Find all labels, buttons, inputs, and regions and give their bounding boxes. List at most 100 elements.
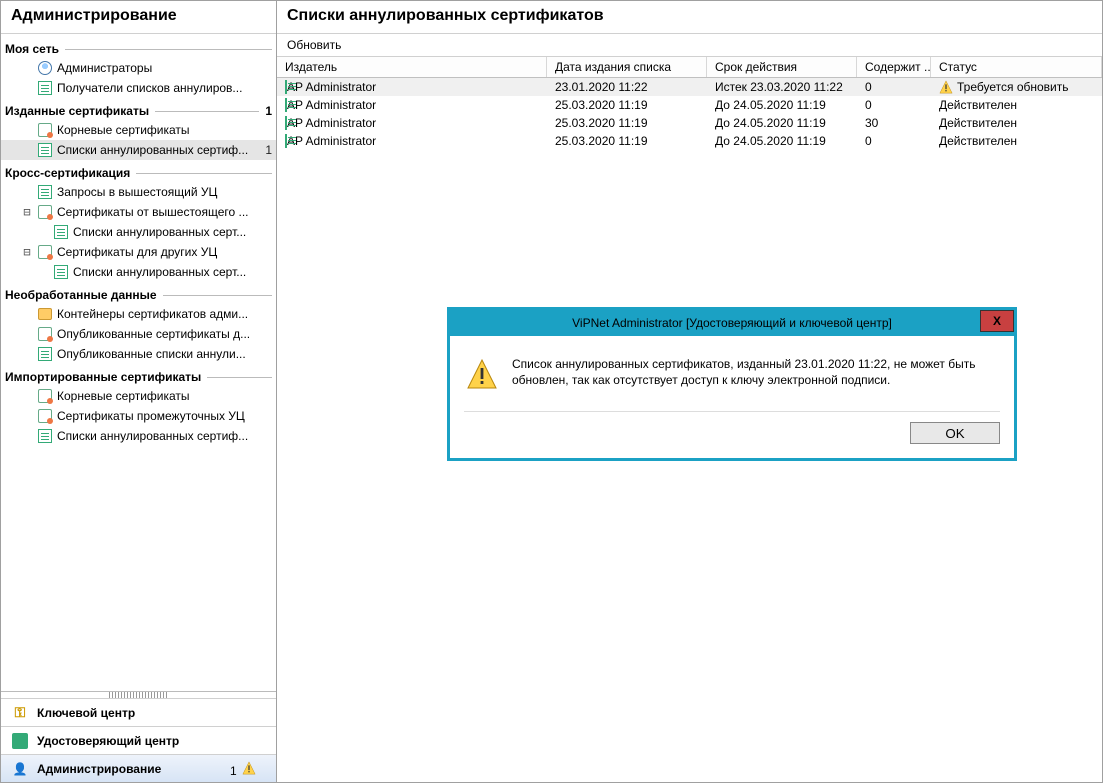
warn-icon [939,80,953,94]
col-count[interactable]: Содержит ... [857,57,931,77]
section-header: Изданные сертификаты 1 [5,104,272,118]
tree-item-label: Сертификаты для других УЦ [57,245,272,259]
table-row[interactable]: AP Administrator23.01.2020 11:22Истек 23… [277,78,1102,96]
section-header: Моя сеть [5,42,272,56]
tree-item[interactable]: Списки аннулированных серт... [1,222,276,242]
nav-button[interactable]: Удостоверяющий центр [1,726,276,754]
tree-item-label: Сертификаты промежуточных УЦ [57,409,272,423]
tree-item-label: Списки аннулированных сертиф... [57,429,272,443]
sidebar: Администрирование Моя сеть Администраторы… [1,1,277,782]
cert-center-icon [11,732,29,750]
nav-tree: Моя сеть Администраторы Получатели списков… [1,34,276,691]
list-icon [37,184,53,200]
section-count: 1 [265,104,272,118]
tree-item[interactable]: Списки аннулированных сертиф...1 [1,140,276,160]
nav-button-label: Удостоверяющий центр [37,734,179,748]
cell-valid: Истек 23.03.2020 11:22 [707,80,857,94]
tree-item[interactable]: Сертификаты промежуточных УЦ [1,406,276,426]
table-row[interactable]: AP Administrator25.03.2020 11:19До 24.05… [277,114,1102,132]
list-icon [285,134,287,148]
tree-item-label: Запросы в вышестоящий УЦ [57,185,272,199]
section-label: Моя сеть [5,42,59,56]
tree-item[interactable]: Списки аннулированных серт... [1,262,276,282]
cell-status: Действителен [931,116,1102,130]
page-title: Списки аннулированных сертификатов [277,1,1102,34]
cell-count: 0 [857,98,931,112]
list-icon [285,80,287,94]
main-panel: Списки аннулированных сертификатов Обнов… [277,1,1102,782]
cell-date: 25.03.2020 11:19 [547,98,707,112]
tree-item[interactable]: Корневые сертификаты [1,386,276,406]
message-dialog: ViPNet Administrator [Удостоверяющий и к… [447,307,1017,461]
cell-count: 30 [857,116,931,130]
section-label: Импортированные сертификаты [5,370,201,384]
section-label: Изданные сертификаты [5,104,149,118]
table-row[interactable]: AP Administrator25.03.2020 11:19До 24.05… [277,96,1102,114]
nav-button-label: Администрирование [37,762,161,776]
bottom-nav: ⚿Ключевой центрУдостоверяющий центр👤Адми… [1,691,276,782]
tree-item-label: Списки аннулированных серт... [73,225,272,239]
section-header: Необработанные данные [5,288,272,302]
cert-icon [37,244,53,260]
key-icon: ⚿ [11,704,29,722]
nav-button[interactable]: ⚿ Ключевой центр [1,698,276,726]
section-header: Импортированные сертификаты [5,370,272,384]
section-label: Необработанные данные [5,288,157,302]
tree-item[interactable]: Корневые сертификаты [1,120,276,140]
col-date[interactable]: Дата издания списка [547,57,707,77]
cell-issuer: AP Administrator [277,98,547,112]
col-issuer[interactable]: Издатель [277,57,547,77]
tree-item-label: Опубликованные сертификаты д... [57,327,272,341]
tree-item[interactable]: Опубликованные сертификаты д... [1,324,276,344]
dialog-ok-button[interactable]: OK [910,422,1000,444]
dialog-message: Список аннулированных сертификатов, изда… [512,356,994,393]
tree-item[interactable]: Списки аннулированных сертиф... [1,426,276,446]
cell-issuer: AP Administrator [277,80,547,94]
cell-issuer: AP Administrator [277,116,547,130]
cell-count: 0 [857,134,931,148]
list-icon [37,428,53,444]
list-icon [37,346,53,362]
section-label: Кросс-сертификация [5,166,130,180]
list-icon [53,224,69,240]
table-row[interactable]: AP Administrator25.03.2020 11:19До 24.05… [277,132,1102,150]
grid-header: Издатель Дата издания списка Срок действ… [277,57,1102,78]
tree-item-label: Корневые сертификаты [57,389,272,403]
tree-item-count: 1 [265,143,272,157]
list-icon [285,116,287,130]
cell-valid: До 24.05.2020 11:19 [707,116,857,130]
expander-icon[interactable]: ⊟ [21,245,33,259]
tree-item[interactable]: ⊟ Сертификаты для других УЦ [1,242,276,262]
tree-item[interactable]: Контейнеры сертификатов адми... [1,304,276,324]
tree-item[interactable]: Администраторы [1,58,276,78]
tree-item[interactable]: Опубликованные списки аннули... [1,344,276,364]
col-valid[interactable]: Срок действия [707,57,857,77]
tree-item-label: Администраторы [57,61,272,75]
refresh-button[interactable]: Обновить [287,38,341,52]
expander-icon[interactable]: ⊟ [21,205,33,219]
cell-date: 25.03.2020 11:19 [547,134,707,148]
dialog-titlebar[interactable]: ViPNet Administrator [Удостоверяющий и к… [450,310,1014,336]
tree-item[interactable]: Запросы в вышестоящий УЦ [1,182,276,202]
cell-date: 25.03.2020 11:19 [547,116,707,130]
cell-status: Действителен [931,98,1102,112]
cert-icon [37,122,53,138]
nav-button-label: Ключевой центр [37,706,135,720]
cell-issuer: AP Administrator [277,134,547,148]
cell-valid: До 24.05.2020 11:19 [707,134,857,148]
tree-item[interactable]: ⊟Сертификаты от вышестоящего ... [1,202,276,222]
dialog-close-button[interactable]: X [980,310,1014,332]
warn-icon [240,759,258,777]
warning-icon [466,358,498,393]
tree-item[interactable]: Получатели списков аннулиров... [1,78,276,98]
tree-item-label: Корневые сертификаты [57,123,272,137]
tree-item-label: Списки аннулированных серт... [73,265,272,279]
cell-valid: До 24.05.2020 11:19 [707,98,857,112]
col-status[interactable]: Статус [931,57,1102,77]
nav-button[interactable]: 👤Администрирование1 [1,754,276,782]
section-header: Кросс-сертификация [5,166,272,180]
list-icon [53,264,69,280]
cert-icon [37,204,53,220]
cert-icon [37,408,53,424]
nav-badge: 1 [230,759,266,778]
